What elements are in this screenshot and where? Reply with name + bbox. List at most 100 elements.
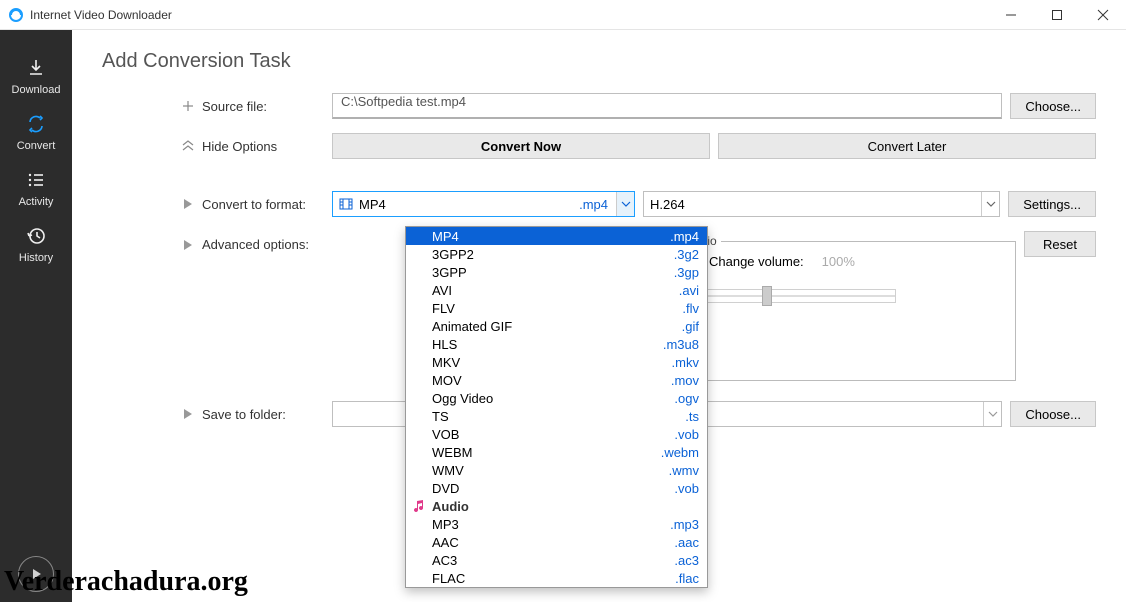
format-combobox-ext: .mp4 (579, 197, 608, 212)
convert-to-label: Convert to format: (202, 197, 306, 212)
convert-later-button[interactable]: Convert Later (718, 133, 1096, 159)
advanced-options-label: Advanced options: (202, 237, 309, 252)
format-dropdown-item[interactable]: VOB .vob (406, 425, 707, 443)
maximize-button[interactable] (1034, 0, 1080, 30)
titlebar: Internet Video Downloader (0, 0, 1126, 30)
film-icon (339, 197, 353, 211)
format-item-ext: .3gp (674, 265, 699, 280)
format-dropdown-item[interactable]: MKV.mkv (406, 353, 707, 371)
sidebar-item-history[interactable]: History (0, 216, 72, 272)
format-item-name: DVD (432, 481, 459, 496)
plus-icon (182, 100, 194, 112)
format-dropdown-item[interactable]: AAC .aac (406, 533, 707, 551)
format-item-name: VOB (432, 427, 459, 442)
format-item-name: 3GPP (432, 265, 467, 280)
volume-slider[interactable] (686, 289, 896, 303)
close-button[interactable] (1080, 0, 1126, 30)
collapse-icon[interactable] (182, 140, 194, 152)
sidebar-item-label: History (19, 252, 53, 264)
format-item-ext: .mov (671, 373, 699, 388)
activity-icon (24, 168, 48, 192)
sidebar: Download Convert Activity History (0, 30, 72, 602)
format-item-ext: .gif (682, 319, 699, 334)
format-dropdown-item[interactable]: WEBM.webm (406, 443, 707, 461)
codec-combobox[interactable]: H.264 (643, 191, 1000, 217)
source-file-label: Source file: (202, 99, 267, 114)
audio-groupbox: Audio Change volume: 100% (669, 241, 1016, 381)
sidebar-item-label: Convert (17, 140, 56, 152)
convert-now-button[interactable]: Convert Now (332, 133, 710, 159)
format-item-ext: .mp4 (670, 229, 699, 244)
format-item-ext: .vob (674, 427, 699, 442)
format-dropdown-item[interactable]: 3GPP .3gp (406, 263, 707, 281)
play-row-icon (182, 198, 194, 210)
format-item-ext: .wmv (669, 463, 699, 478)
format-item-name: 3GPP2 (432, 247, 474, 262)
format-item-ext: .flv (682, 301, 699, 316)
format-item-name: Audio (432, 499, 469, 514)
format-dropdown-item[interactable]: MOV .mov (406, 371, 707, 389)
sidebar-item-convert[interactable]: Convert (0, 104, 72, 160)
minimize-button[interactable] (988, 0, 1034, 30)
sidebar-item-activity[interactable]: Activity (0, 160, 72, 216)
content-area: Add Conversion Task Source file: C:\Soft… (72, 30, 1126, 602)
format-item-ext: .avi (679, 283, 699, 298)
format-item-ext: .aac (674, 535, 699, 550)
source-file-field[interactable]: C:\Softpedia test.mp4 (332, 93, 1002, 119)
format-dropdown-item[interactable]: Ogg Video.ogv (406, 389, 707, 407)
sidebar-item-label: Download (12, 84, 61, 96)
choose-source-button[interactable]: Choose... (1010, 93, 1096, 119)
format-dropdown[interactable]: MP4.mp43GPP2.3g23GPP.3gpAVI.aviFLV.flvAn… (405, 226, 708, 588)
format-item-name: FLAC (432, 571, 465, 586)
slider-thumb[interactable] (762, 286, 772, 306)
app-title: Internet Video Downloader (30, 8, 172, 22)
format-dropdown-item[interactable]: 3GPP2 .3g2 (406, 245, 707, 263)
format-item-name: MKV (432, 355, 460, 370)
download-icon (24, 56, 48, 80)
sidebar-item-download[interactable]: Download (0, 48, 72, 104)
format-dropdown-item[interactable]: Animated GIF .gif (406, 317, 707, 335)
format-item-name: FLV (432, 301, 455, 316)
chevron-down-icon (981, 192, 999, 216)
choose-folder-button[interactable]: Choose... (1010, 401, 1096, 427)
music-icon (412, 499, 426, 513)
format-dropdown-item[interactable]: DVD .vob (406, 479, 707, 497)
play-row-icon (182, 408, 194, 420)
format-item-ext: .ts (685, 409, 699, 424)
chevron-down-icon (983, 402, 1001, 426)
format-combobox-value: MP4 (359, 197, 386, 212)
format-dropdown-item[interactable]: AVI.avi (406, 281, 707, 299)
app-icon (8, 7, 24, 23)
format-item-name: MOV (432, 373, 462, 388)
format-dropdown-item[interactable]: FLAC.flac (406, 569, 707, 587)
format-item-name: Animated GIF (432, 319, 512, 334)
format-item-ext: .ac3 (674, 553, 699, 568)
codec-combobox-value: H.264 (650, 197, 685, 212)
format-combobox[interactable]: MP4 .mp4 (332, 191, 635, 217)
format-dropdown-item[interactable]: AC3.ac3 (406, 551, 707, 569)
format-item-name: AAC (432, 535, 459, 550)
volume-value: 100% (822, 254, 855, 269)
history-icon (24, 224, 48, 248)
format-item-ext: .vob (674, 481, 699, 496)
format-item-ext: .mp3 (670, 517, 699, 532)
settings-button[interactable]: Settings... (1008, 191, 1096, 217)
format-dropdown-item[interactable]: HLS.m3u8 (406, 335, 707, 353)
format-dropdown-item[interactable]: TS.ts (406, 407, 707, 425)
convert-icon (24, 112, 48, 136)
hide-options-label[interactable]: Hide Options (202, 139, 277, 154)
format-item-ext: .ogv (674, 391, 699, 406)
format-dropdown-item[interactable]: WMV.wmv (406, 461, 707, 479)
reset-button[interactable]: Reset (1024, 231, 1096, 257)
format-item-name: MP4 (432, 229, 459, 244)
format-dropdown-item[interactable]: MP4 .mp4 (406, 227, 707, 245)
watermark-text: Verderachadura.org (4, 566, 248, 598)
format-dropdown-item[interactable]: MP3 .mp3 (406, 515, 707, 533)
format-dropdown-item[interactable]: FLV .flv (406, 299, 707, 317)
format-item-name: MP3 (432, 517, 459, 532)
format-item-ext: .3g2 (674, 247, 699, 262)
page-title: Add Conversion Task (102, 50, 1096, 73)
sidebar-item-label: Activity (19, 196, 54, 208)
format-item-name: WEBM (432, 445, 472, 460)
chevron-down-icon (616, 192, 634, 216)
